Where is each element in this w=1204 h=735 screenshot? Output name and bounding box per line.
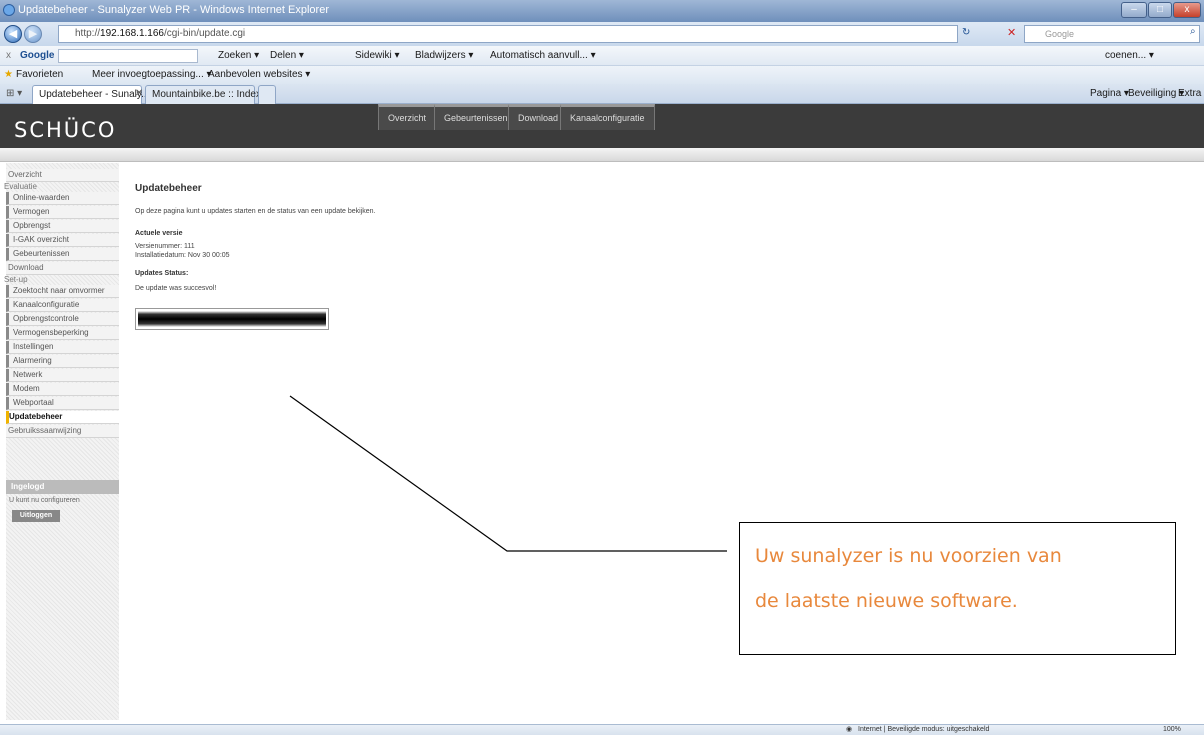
annotation-box bbox=[739, 522, 1176, 655]
security-zone: Internet | Beveiligde modus: uitgeschake… bbox=[858, 726, 990, 733]
annotation-line-1: Uw sunalyzer is nu voorzien van bbox=[755, 545, 1062, 567]
globe-icon: ◉ bbox=[846, 726, 853, 733]
status-bar: ◉ Internet | Beveiligde modus: uitgescha… bbox=[0, 724, 1204, 735]
zoom-level[interactable]: 100% bbox=[1163, 725, 1181, 735]
annotation-line-2: de laatste nieuwe software. bbox=[755, 590, 1018, 612]
